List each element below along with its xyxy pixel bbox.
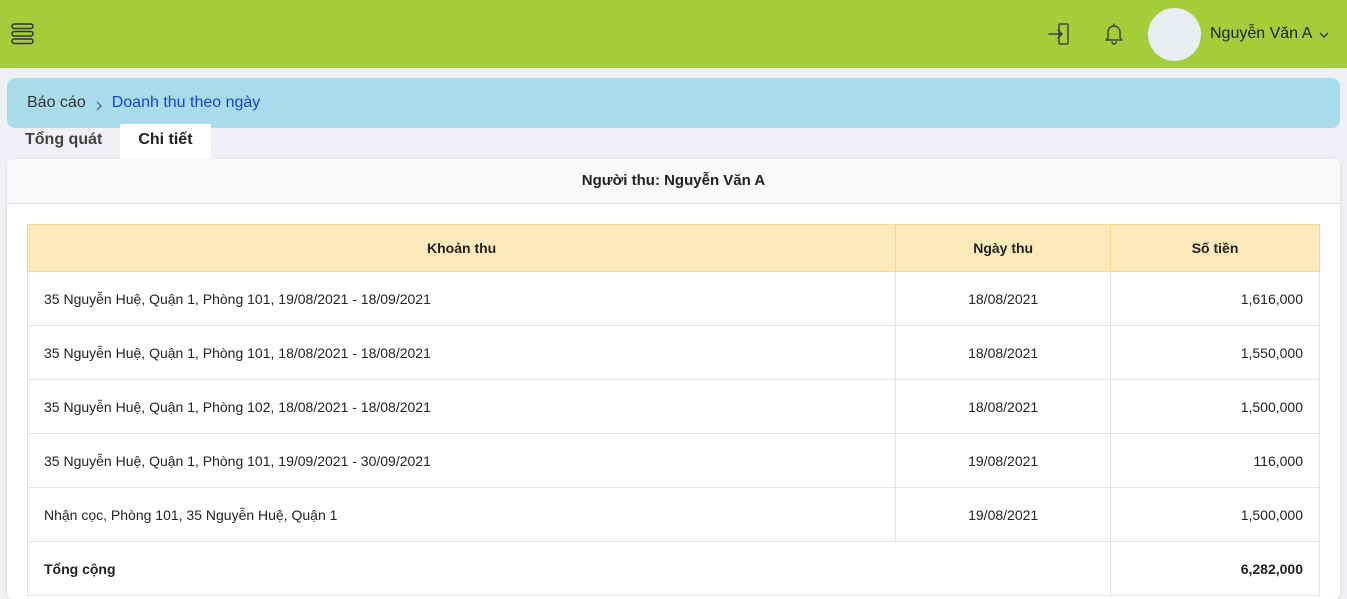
cell-date: 18/08/2021 <box>895 325 1112 380</box>
cell-date: 18/08/2021 <box>895 271 1112 326</box>
table-row: 35 Nguyễn Huệ, Quận 1, Phòng 101, 19/09/… <box>26 433 1320 488</box>
cell-amount: 116,000 <box>1110 433 1320 488</box>
menu-icon[interactable] <box>10 21 36 47</box>
cell-date: 18/08/2021 <box>895 379 1112 434</box>
cell-date: 19/08/2021 <box>895 433 1112 488</box>
table-total-row: Tổng cộng 6,282,000 <box>26 541 1320 596</box>
total-label: Tổng cộng <box>26 541 1112 596</box>
cell-amount: 1,550,000 <box>1110 325 1320 380</box>
column-header-amount: Số tiền <box>1110 224 1320 272</box>
user-menu[interactable]: Nguyễn Văn A <box>1148 7 1330 61</box>
cell-amount: 1,500,000 <box>1110 487 1320 542</box>
bell-icon[interactable] <box>1100 20 1128 48</box>
table-row: 35 Nguyễn Huệ, Quận 1, Phòng 101, 18/08/… <box>26 325 1320 380</box>
table-row: 35 Nguyễn Huệ, Quận 1, Phòng 101, 19/08/… <box>26 271 1320 326</box>
cell-item: Nhận cọc, Phòng 101, 35 Nguyễn Huệ, Quận… <box>26 487 897 542</box>
tab-overview[interactable]: Tổng quát <box>7 124 120 160</box>
report-card: Người thu: Nguyễn Văn A Khoản thu Ngày t… <box>7 159 1340 599</box>
cell-amount: 1,500,000 <box>1110 379 1320 434</box>
cell-item: 35 Nguyễn Huệ, Quận 1, Phòng 101, 18/08/… <box>26 325 897 380</box>
breadcrumb: Báo cáo Doanh thu theo ngày <box>7 78 1340 128</box>
logout-icon[interactable] <box>1045 20 1073 48</box>
top-navbar: Nguyễn Văn A <box>0 0 1347 68</box>
table-row: 35 Nguyễn Huệ, Quận 1, Phòng 102, 18/08/… <box>26 379 1320 434</box>
cell-amount: 1,616,000 <box>1110 271 1320 326</box>
cell-item: 35 Nguyễn Huệ, Quận 1, Phòng 101, 19/09/… <box>26 433 897 488</box>
column-header-item: Khoản thu <box>26 224 897 272</box>
breadcrumb-current: Doanh thu theo ngày <box>111 94 261 111</box>
card-title: Người thu: Nguyễn Văn A <box>7 159 1340 204</box>
cell-item: 35 Nguyễn Huệ, Quận 1, Phòng 101, 19/08/… <box>26 271 897 326</box>
cell-date: 19/08/2021 <box>895 487 1112 542</box>
breadcrumb-root-link[interactable]: Báo cáo <box>27 94 86 112</box>
table-header-row: Khoản thu Ngày thu Số tiền <box>26 224 1320 272</box>
report-tabs: Tổng quát Chi tiết <box>7 124 211 160</box>
total-amount: 6,282,000 <box>1110 541 1320 596</box>
user-name: Nguyễn Văn A <box>1210 25 1313 42</box>
avatar <box>1148 7 1201 61</box>
chevron-down-icon <box>1318 28 1330 40</box>
table-row: Nhận cọc, Phòng 101, 35 Nguyễn Huệ, Quận… <box>26 487 1320 542</box>
cell-item: 35 Nguyễn Huệ, Quận 1, Phòng 102, 18/08/… <box>26 379 897 434</box>
chevron-right-icon <box>94 98 104 111</box>
tab-detail[interactable]: Chi tiết <box>120 124 211 160</box>
revenue-table: Khoản thu Ngày thu Số tiền 35 Nguyễn Huệ… <box>26 224 1320 596</box>
column-header-date: Ngày thu <box>895 224 1112 272</box>
